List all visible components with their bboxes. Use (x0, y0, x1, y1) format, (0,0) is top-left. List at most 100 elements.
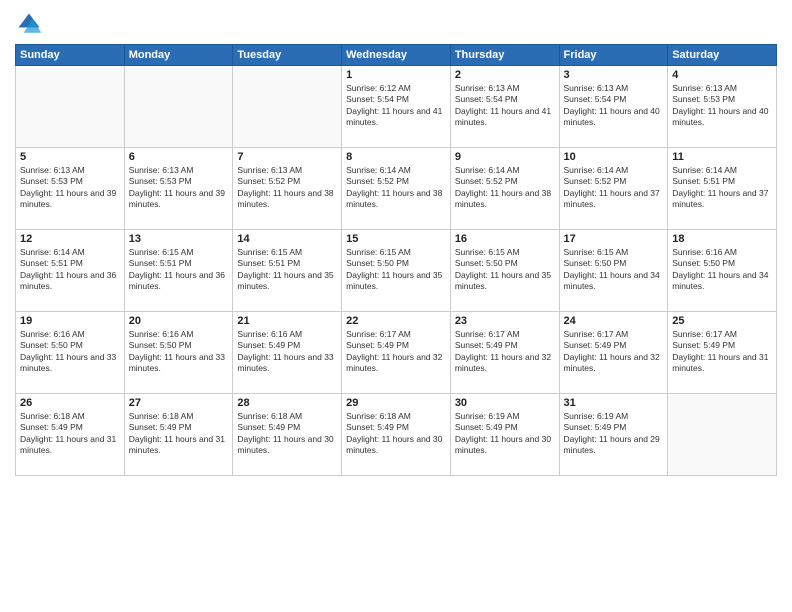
calendar-cell: 19 Sunrise: 6:16 AM Sunset: 5:50 PM Dayli… (16, 312, 125, 394)
header (15, 10, 777, 38)
calendar: SundayMondayTuesdayWednesdayThursdayFrid… (15, 44, 777, 476)
weekday-header-tuesday: Tuesday (233, 45, 342, 66)
day-number: 4 (672, 69, 772, 81)
day-info: Sunrise: 6:18 AM Sunset: 5:49 PM Dayligh… (20, 411, 120, 457)
day-info: Sunrise: 6:15 AM Sunset: 5:50 PM Dayligh… (564, 247, 664, 293)
day-info: Sunrise: 6:13 AM Sunset: 5:54 PM Dayligh… (455, 83, 555, 129)
day-info: Sunrise: 6:17 AM Sunset: 5:49 PM Dayligh… (346, 329, 446, 375)
calendar-cell: 29Sunrise: 6:18 AM Sunset: 5:49 PM Dayli… (342, 394, 451, 476)
calendar-cell: 25Sunrise: 6:17 AM Sunset: 5:49 PM Dayli… (668, 312, 777, 394)
day-number: 6 (129, 151, 229, 163)
calendar-cell: 7 Sunrise: 6:13 AM Sunset: 5:52 PM Daylig… (233, 148, 342, 230)
day-number: 20 (129, 315, 229, 327)
day-number: 7 (237, 151, 337, 163)
day-number: 29 (346, 397, 446, 409)
day-info: Sunrise: 6:18 AM Sunset: 5:49 PM Dayligh… (129, 411, 229, 457)
weekday-header-saturday: Saturday (668, 45, 777, 66)
day-number: 14 (237, 233, 337, 245)
day-info: Sunrise: 6:13 AM Sunset: 5:53 PM Dayligh… (672, 83, 772, 129)
calendar-cell: 21 Sunrise: 6:16 AM Sunset: 5:49 PM Dayli… (233, 312, 342, 394)
calendar-cell: 28 Sunrise: 6:18 AM Sunset: 5:49 PM Dayli… (233, 394, 342, 476)
calendar-cell: 22 Sunrise: 6:17 AM Sunset: 5:49 PM Dayli… (342, 312, 451, 394)
day-info: Sunrise: 6:16 AM Sunset: 5:49 PM Dayligh… (237, 329, 337, 375)
calendar-cell: 13Sunrise: 6:15 AM Sunset: 5:51 PM Dayli… (124, 230, 233, 312)
day-info: Sunrise: 6:17 AM Sunset: 5:49 PM Dayligh… (455, 329, 555, 375)
weekday-header-friday: Friday (559, 45, 668, 66)
weekday-header-thursday: Thursday (450, 45, 559, 66)
calendar-cell: 27 Sunrise: 6:18 AM Sunset: 5:49 PM Dayli… (124, 394, 233, 476)
calendar-cell: 14 Sunrise: 6:15 AM Sunset: 5:51 PM Dayli… (233, 230, 342, 312)
week-row-0: 1 Sunrise: 6:12 AM Sunset: 5:54 PM Daylig… (16, 66, 777, 148)
calendar-cell (16, 66, 125, 148)
calendar-cell: 17 Sunrise: 6:15 AM Sunset: 5:50 PM Dayli… (559, 230, 668, 312)
day-info: Sunrise: 6:15 AM Sunset: 5:51 PM Dayligh… (237, 247, 337, 293)
calendar-cell: 8 Sunrise: 6:14 AM Sunset: 5:52 PM Daylig… (342, 148, 451, 230)
day-info: Sunrise: 6:19 AM Sunset: 5:49 PM Dayligh… (455, 411, 555, 457)
calendar-cell: 10 Sunrise: 6:14 AM Sunset: 5:52 PM Dayli… (559, 148, 668, 230)
calendar-cell (668, 394, 777, 476)
day-info: Sunrise: 6:14 AM Sunset: 5:52 PM Dayligh… (455, 165, 555, 211)
day-info: Sunrise: 6:16 AM Sunset: 5:50 PM Dayligh… (20, 329, 120, 375)
day-info: Sunrise: 6:14 AM Sunset: 5:52 PM Dayligh… (564, 165, 664, 211)
calendar-cell: 9 Sunrise: 6:14 AM Sunset: 5:52 PM Daylig… (450, 148, 559, 230)
day-info: Sunrise: 6:19 AM Sunset: 5:49 PM Dayligh… (564, 411, 664, 457)
calendar-cell: 6Sunrise: 6:13 AM Sunset: 5:53 PM Daylig… (124, 148, 233, 230)
day-number: 27 (129, 397, 229, 409)
calendar-cell: 1 Sunrise: 6:12 AM Sunset: 5:54 PM Daylig… (342, 66, 451, 148)
day-number: 25 (672, 315, 772, 327)
day-number: 15 (346, 233, 446, 245)
day-number: 26 (20, 397, 120, 409)
calendar-cell: 24Sunrise: 6:17 AM Sunset: 5:49 PM Dayli… (559, 312, 668, 394)
day-info: Sunrise: 6:14 AM Sunset: 5:52 PM Dayligh… (346, 165, 446, 211)
week-row-3: 19 Sunrise: 6:16 AM Sunset: 5:50 PM Dayli… (16, 312, 777, 394)
calendar-cell: 2 Sunrise: 6:13 AM Sunset: 5:54 PM Daylig… (450, 66, 559, 148)
weekday-header-monday: Monday (124, 45, 233, 66)
calendar-cell: 4 Sunrise: 6:13 AM Sunset: 5:53 PM Daylig… (668, 66, 777, 148)
calendar-cell: 26 Sunrise: 6:18 AM Sunset: 5:49 PM Dayli… (16, 394, 125, 476)
day-info: Sunrise: 6:15 AM Sunset: 5:51 PM Dayligh… (129, 247, 229, 293)
day-number: 8 (346, 151, 446, 163)
day-number: 17 (564, 233, 664, 245)
weekday-header-wednesday: Wednesday (342, 45, 451, 66)
day-number: 2 (455, 69, 555, 81)
week-row-4: 26 Sunrise: 6:18 AM Sunset: 5:49 PM Dayli… (16, 394, 777, 476)
day-number: 11 (672, 151, 772, 163)
day-number: 31 (564, 397, 664, 409)
calendar-cell: 15 Sunrise: 6:15 AM Sunset: 5:50 PM Dayli… (342, 230, 451, 312)
day-number: 9 (455, 151, 555, 163)
day-number: 21 (237, 315, 337, 327)
day-number: 23 (455, 315, 555, 327)
day-info: Sunrise: 6:12 AM Sunset: 5:54 PM Dayligh… (346, 83, 446, 129)
day-number: 19 (20, 315, 120, 327)
day-info: Sunrise: 6:13 AM Sunset: 5:52 PM Dayligh… (237, 165, 337, 211)
day-number: 5 (20, 151, 120, 163)
day-info: Sunrise: 6:15 AM Sunset: 5:50 PM Dayligh… (346, 247, 446, 293)
day-number: 1 (346, 69, 446, 81)
calendar-cell: 20 Sunrise: 6:16 AM Sunset: 5:50 PM Dayli… (124, 312, 233, 394)
day-info: Sunrise: 6:13 AM Sunset: 5:53 PM Dayligh… (20, 165, 120, 211)
day-number: 22 (346, 315, 446, 327)
day-number: 24 (564, 315, 664, 327)
calendar-cell: 23 Sunrise: 6:17 AM Sunset: 5:49 PM Dayli… (450, 312, 559, 394)
day-info: Sunrise: 6:14 AM Sunset: 5:51 PM Dayligh… (672, 165, 772, 211)
calendar-cell: 11 Sunrise: 6:14 AM Sunset: 5:51 PM Dayli… (668, 148, 777, 230)
day-number: 18 (672, 233, 772, 245)
day-number: 3 (564, 69, 664, 81)
day-info: Sunrise: 6:16 AM Sunset: 5:50 PM Dayligh… (129, 329, 229, 375)
calendar-cell (233, 66, 342, 148)
day-number: 12 (20, 233, 120, 245)
logo-icon (15, 10, 43, 38)
day-info: Sunrise: 6:18 AM Sunset: 5:49 PM Dayligh… (237, 411, 337, 457)
day-info: Sunrise: 6:15 AM Sunset: 5:50 PM Dayligh… (455, 247, 555, 293)
weekday-header-sunday: Sunday (16, 45, 125, 66)
day-number: 30 (455, 397, 555, 409)
day-number: 28 (237, 397, 337, 409)
calendar-cell: 5 Sunrise: 6:13 AM Sunset: 5:53 PM Daylig… (16, 148, 125, 230)
day-number: 10 (564, 151, 664, 163)
calendar-cell: 30 Sunrise: 6:19 AM Sunset: 5:49 PM Dayli… (450, 394, 559, 476)
day-number: 16 (455, 233, 555, 245)
calendar-cell (124, 66, 233, 148)
week-row-1: 5 Sunrise: 6:13 AM Sunset: 5:53 PM Daylig… (16, 148, 777, 230)
logo (15, 10, 47, 38)
page: SundayMondayTuesdayWednesdayThursdayFrid… (0, 0, 792, 612)
